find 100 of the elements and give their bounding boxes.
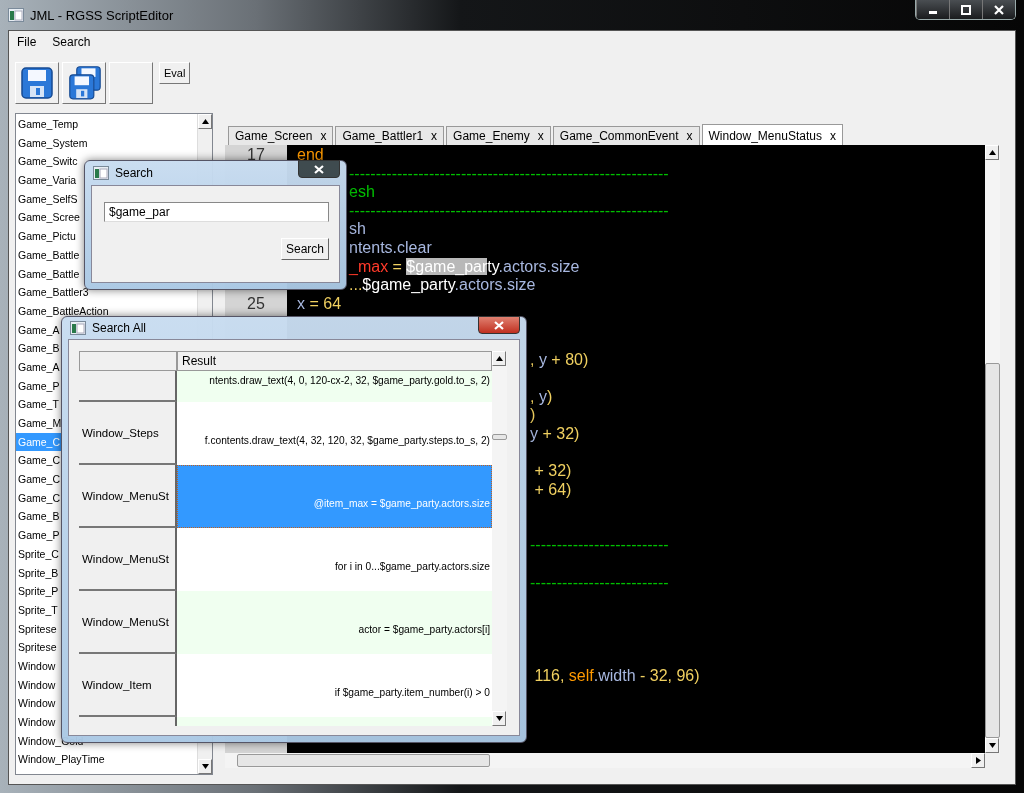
script-list-item[interactable]: Spritese [16, 638, 58, 657]
menu-item[interactable]: Search [52, 35, 91, 49]
tab-close-button[interactable]: x [431, 129, 438, 143]
editor-tab[interactable]: Window_MenuStatus x [701, 124, 843, 146]
code-line: ------------------------------------------------------------ [349, 201, 669, 221]
scroll-right-button[interactable] [971, 753, 985, 768]
script-list-item[interactable]: Game_C [16, 451, 61, 471]
close-button[interactable] [982, 0, 1015, 19]
menu-item[interactable]: File [17, 35, 37, 49]
code-line: ------------------------------------------------------------ [349, 164, 669, 184]
save-all-button[interactable] [62, 62, 106, 104]
script-name: Window_Item [82, 678, 152, 691]
code-line: x = 64 [297, 294, 342, 314]
code-line: , y + 80) [530, 350, 589, 370]
script-list-item[interactable]: Game_Battle [16, 264, 81, 284]
column-header[interactable]: Result [177, 351, 492, 371]
code-line: ...$game_party.actors.size [349, 276, 536, 295]
close-button[interactable] [478, 316, 520, 334]
code-line: 116, self.width - 32, 96) [533, 666, 700, 686]
app-icon [8, 8, 24, 22]
result-cell[interactable]: f.contents.draw_text(4, 32, 120, 32, $game_party.steps.to_s, 2) [177, 402, 492, 465]
script-list-item[interactable]: Window_PlayTime [16, 750, 106, 770]
script-list-item[interactable]: Game_Battle [16, 245, 81, 265]
script-list-item[interactable]: Game_Temp [16, 115, 80, 134]
scrollbar-thumb[interactable] [237, 754, 490, 767]
script-list-item[interactable]: Game_P [16, 376, 61, 396]
script-list-item[interactable]: Game_Pictu [16, 227, 77, 246]
script-list-item[interactable]: Game_System [16, 133, 89, 153]
scroll-up-button[interactable] [198, 114, 212, 129]
tab-close-button[interactable]: x [537, 129, 544, 143]
scroll-up-button[interactable] [985, 145, 999, 160]
editor-tab[interactable]: Game_Screen x [228, 126, 334, 145]
script-list-item[interactable]: Window [16, 656, 57, 676]
dialog-icon [93, 166, 109, 180]
up-arrow-icon [495, 356, 503, 361]
code-line: end [297, 146, 324, 165]
up-arrow-icon [988, 150, 996, 155]
script-list-item[interactable]: Game_B [16, 339, 61, 358]
search-button[interactable]: Search [280, 238, 329, 260]
dialog-icon [70, 321, 86, 335]
script-list-item[interactable]: Game_M [16, 414, 63, 433]
script-list-item[interactable]: Sprite_T [16, 600, 59, 620]
script-list-item[interactable]: Game_Battler3 [16, 283, 90, 302]
maximize-button[interactable] [949, 0, 982, 19]
scroll-down-button[interactable] [985, 738, 999, 753]
down-arrow-icon [988, 743, 996, 748]
script-name: Window_MenuSt [82, 615, 169, 628]
editor-tab[interactable]: Game_Battler1 x [335, 126, 445, 145]
code-line: -------------------------- [530, 536, 669, 556]
result-cell[interactable]: ntents.draw_text(4, 0, 120-cx-2, 32, $game_party.gold.to_s, 2) [177, 371, 492, 402]
result-cell[interactable]: for i in 0...$game_party.actors.size [177, 528, 492, 591]
tab-close-button[interactable]: x [320, 129, 327, 143]
script-list-item[interactable]: Game_Switc [16, 152, 79, 172]
editor-tab[interactable]: Game_CommonEvent x [552, 126, 700, 145]
script-list-item[interactable]: Game_Varia [16, 171, 78, 190]
script-list-item[interactable]: Sprite_C [16, 544, 60, 564]
minimize-icon [929, 10, 937, 14]
script-list-item[interactable]: Game_P [16, 526, 61, 545]
scroll-up-button[interactable] [492, 351, 506, 366]
code-line: y + 32) [530, 424, 580, 444]
editor-tab[interactable]: Game_Enemy x [446, 126, 551, 145]
save-button[interactable] [15, 62, 59, 104]
tab-label: Game_CommonEvent [559, 129, 679, 143]
minimize-button[interactable] [916, 0, 949, 19]
script-list-item[interactable]: Game_C [16, 488, 61, 508]
code-line: , y) [530, 387, 553, 407]
eval-button[interactable]: Eval [159, 62, 191, 84]
tab-close-button[interactable]: x [829, 128, 836, 143]
script-list-item[interactable]: Window [16, 713, 57, 732]
dialog-title: Search All [92, 321, 147, 335]
script-list-item[interactable]: Game_C [16, 470, 61, 489]
script-list-item[interactable]: Game_Scree [16, 208, 81, 228]
script-list-item[interactable]: Window [16, 694, 57, 713]
script-list-item[interactable]: Window [16, 675, 57, 695]
script-list-item[interactable]: Game_A [16, 320, 61, 340]
result-cell[interactable]: if $game_party.item_number(i) > 0 [177, 654, 492, 717]
up-arrow-icon [201, 119, 209, 124]
scrollbar-thumb[interactable] [492, 434, 507, 440]
script-list-item[interactable]: Game_B [16, 507, 61, 527]
script-list-item[interactable]: Game_T [16, 395, 60, 414]
scroll-down-button[interactable] [492, 711, 506, 726]
scroll-down-button[interactable] [198, 759, 212, 774]
script-name: Window_MenuSt [82, 489, 169, 502]
code-line: sh [349, 220, 366, 239]
close-button[interactable] [298, 160, 340, 178]
scrollbar-thumb[interactable] [985, 363, 1000, 738]
script-list-item[interactable]: Sprite_P [16, 582, 60, 601]
tab-label: Game_Screen [235, 129, 313, 143]
search-field[interactable]: $game_par [104, 202, 329, 222]
tab-label: Window_MenuStatus [708, 128, 822, 143]
dialog-title: Search [115, 166, 154, 180]
toolbar-button[interactable] [109, 62, 153, 104]
script-list-item[interactable]: Game_A [16, 357, 61, 377]
down-arrow-icon [495, 716, 503, 721]
script-list-item[interactable]: Game_SelfS [16, 189, 79, 209]
script-list-item[interactable]: Sprite_B [16, 563, 60, 583]
code-line: + 32) [533, 462, 572, 481]
result-cell[interactable]: actor = $game_party.actors[i] [177, 591, 492, 654]
tab-close-button[interactable]: x [686, 129, 693, 143]
script-list-item[interactable]: Spritese [16, 619, 58, 639]
